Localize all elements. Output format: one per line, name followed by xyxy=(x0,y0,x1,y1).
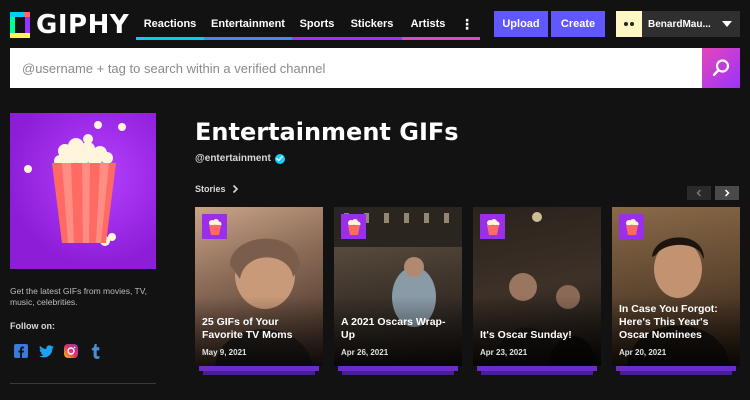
story-stack-bar xyxy=(203,371,315,375)
search-button[interactable] xyxy=(702,48,740,88)
nav-sports[interactable]: Sports xyxy=(292,10,342,40)
logo-text: GIPHY xyxy=(36,10,130,40)
page-title: Entertainment GIFs xyxy=(195,118,459,146)
stories-next-button[interactable] xyxy=(715,186,739,200)
user-name: BenardMau... xyxy=(648,18,711,30)
search-icon xyxy=(712,59,730,76)
main-nav: Reactions Entertainment Sports Stickers … xyxy=(136,10,480,40)
channel-description: Get the latest GIFs from movies, TV, mus… xyxy=(10,286,147,307)
create-button[interactable]: Create xyxy=(551,11,605,37)
story-card[interactable]: In Case You Forgot: Here's This Year's O… xyxy=(612,207,740,366)
search-input[interactable] xyxy=(10,48,702,88)
story-stack-bar xyxy=(620,371,732,375)
story-date: Apr 26, 2021 xyxy=(341,348,389,357)
follow-label: Follow on: xyxy=(10,321,55,331)
user-menu[interactable]: BenardMau... xyxy=(616,11,740,37)
search-bar xyxy=(10,48,740,88)
channel-avatar xyxy=(10,113,156,269)
story-card[interactable]: A 2021 Oscars Wrap-Up Apr 26, 2021 xyxy=(334,207,462,366)
chevron-down-icon[interactable] xyxy=(722,21,732,27)
twitter-icon[interactable] xyxy=(38,343,54,359)
story-card[interactable]: It's Oscar Sunday! Apr 23, 2021 xyxy=(473,207,601,366)
story-title: 25 GIFs of Your Favorite TV Moms xyxy=(202,316,293,341)
upload-button[interactable]: Upload xyxy=(494,11,548,37)
giphy-logo-icon xyxy=(10,12,30,38)
stories-link[interactable]: Stories xyxy=(195,184,240,194)
story-title: It's Oscar Sunday! xyxy=(480,329,572,341)
sidebar-divider xyxy=(10,383,156,384)
nav-entertainment[interactable]: Entertainment xyxy=(204,10,292,40)
verified-check-icon xyxy=(274,153,285,164)
tumblr-icon[interactable] xyxy=(88,343,104,359)
popcorn-badge-icon xyxy=(619,214,644,239)
facebook-icon[interactable] xyxy=(13,343,29,359)
nav-reactions[interactable]: Reactions xyxy=(136,10,204,40)
story-title: In Case You Forgot: Here's This Year's O… xyxy=(619,303,718,341)
handle-text: @entertainment xyxy=(195,153,271,164)
top-header: GIPHY Reactions Entertainment Sports Sti… xyxy=(0,0,750,48)
chevron-right-icon xyxy=(232,184,238,194)
story-date: Apr 23, 2021 xyxy=(480,348,528,357)
stories-label-text: Stories xyxy=(195,184,226,194)
chevron-right-icon xyxy=(724,189,730,197)
nav-more-icon[interactable]: ⋮ xyxy=(454,10,480,40)
nav-stickers[interactable]: Stickers xyxy=(342,10,402,40)
nav-artists[interactable]: Artists xyxy=(402,10,454,40)
popcorn-icon xyxy=(24,121,126,246)
stories-prev-button[interactable] xyxy=(687,186,711,200)
story-date: May 9, 2021 xyxy=(202,348,247,357)
story-date: Apr 20, 2021 xyxy=(619,348,667,357)
avatar xyxy=(616,11,642,37)
popcorn-badge-icon xyxy=(480,214,505,239)
story-stack-bar xyxy=(481,371,593,375)
story-card[interactable]: 25 GIFs of Your Favorite TV Moms May 9, … xyxy=(195,207,323,366)
social-links xyxy=(13,343,113,359)
giphy-logo[interactable]: GIPHY xyxy=(10,10,129,40)
channel-handle[interactable]: @entertainment xyxy=(195,153,285,164)
popcorn-badge-icon xyxy=(341,214,366,239)
instagram-icon[interactable] xyxy=(63,343,79,359)
story-title: A 2021 Oscars Wrap-Up xyxy=(341,316,446,341)
popcorn-badge-icon xyxy=(202,214,227,239)
chevron-left-icon xyxy=(696,189,702,197)
story-stack-bar xyxy=(342,371,454,375)
